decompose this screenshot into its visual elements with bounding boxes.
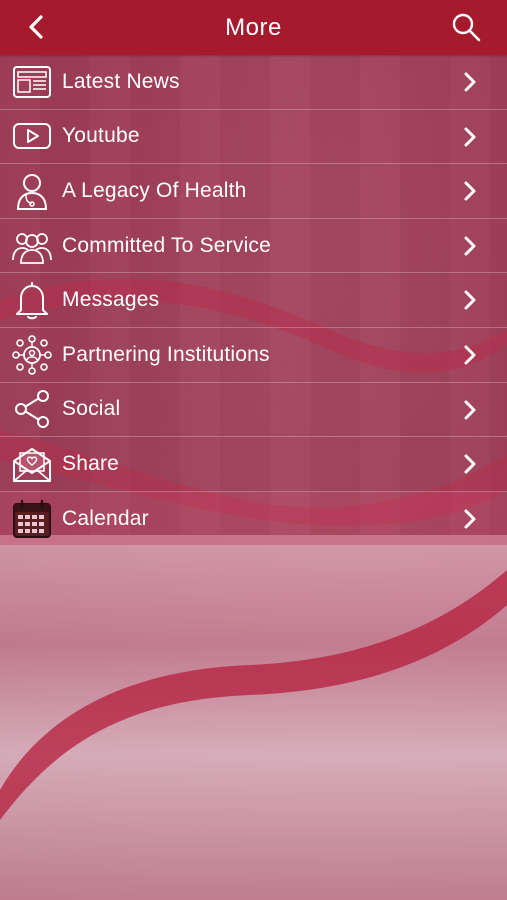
chevron-right-icon	[464, 454, 476, 474]
search-icon[interactable]	[451, 12, 481, 42]
menu-item-label: Latest News	[62, 69, 180, 93]
bell-icon	[12, 280, 52, 320]
doctor-icon	[12, 171, 52, 211]
chevron-right-icon	[464, 509, 476, 529]
envelope-heart-icon	[12, 444, 52, 484]
menu-item-committed-to-service[interactable]: Committed To Service	[0, 218, 507, 274]
newspaper-icon	[12, 62, 52, 102]
menu-item-latest-news[interactable]: Latest News	[0, 55, 507, 110]
menu-item-label: Social	[62, 397, 121, 421]
menu-item-social[interactable]: Social	[0, 382, 507, 438]
menu-item-share[interactable]: Share	[0, 437, 507, 492]
menu-item-label: Messages	[62, 288, 160, 312]
menu-item-youtube[interactable]: Youtube	[0, 109, 507, 165]
youtube-play-icon	[12, 116, 52, 156]
chevron-right-icon	[464, 400, 476, 420]
more-menu: Latest News Youtube A Legacy Of Health C…	[0, 55, 507, 547]
page-title: More	[225, 13, 282, 41]
menu-item-messages[interactable]: Messages	[0, 273, 507, 328]
chevron-right-icon	[464, 127, 476, 147]
menu-item-label: Youtube	[62, 124, 140, 148]
menu-item-label: Calendar	[62, 506, 149, 530]
group-icon	[12, 226, 52, 266]
background-photo-exercise	[0, 535, 507, 900]
back-chevron-icon[interactable]	[22, 13, 50, 41]
chevron-right-icon	[464, 236, 476, 256]
chevron-right-icon	[464, 72, 476, 92]
chevron-right-icon	[464, 345, 476, 365]
calendar-icon	[12, 499, 52, 539]
menu-item-label: Committed To Service	[62, 233, 272, 257]
menu-item-label: Share	[62, 451, 120, 475]
network-people-icon	[12, 334, 52, 375]
menu-item-calendar[interactable]: Calendar	[0, 491, 507, 547]
chevron-right-icon	[464, 181, 476, 201]
menu-item-label: Partnering Institutions	[62, 342, 270, 366]
chevron-right-icon	[464, 290, 476, 310]
top-bar: More	[0, 0, 507, 55]
share-nodes-icon	[12, 389, 52, 429]
menu-item-label: A Legacy Of Health	[62, 178, 247, 202]
menu-item-legacy-of-health[interactable]: A Legacy Of Health	[0, 164, 507, 219]
menu-item-partnering-institutions[interactable]: Partnering Institutions	[0, 327, 507, 383]
